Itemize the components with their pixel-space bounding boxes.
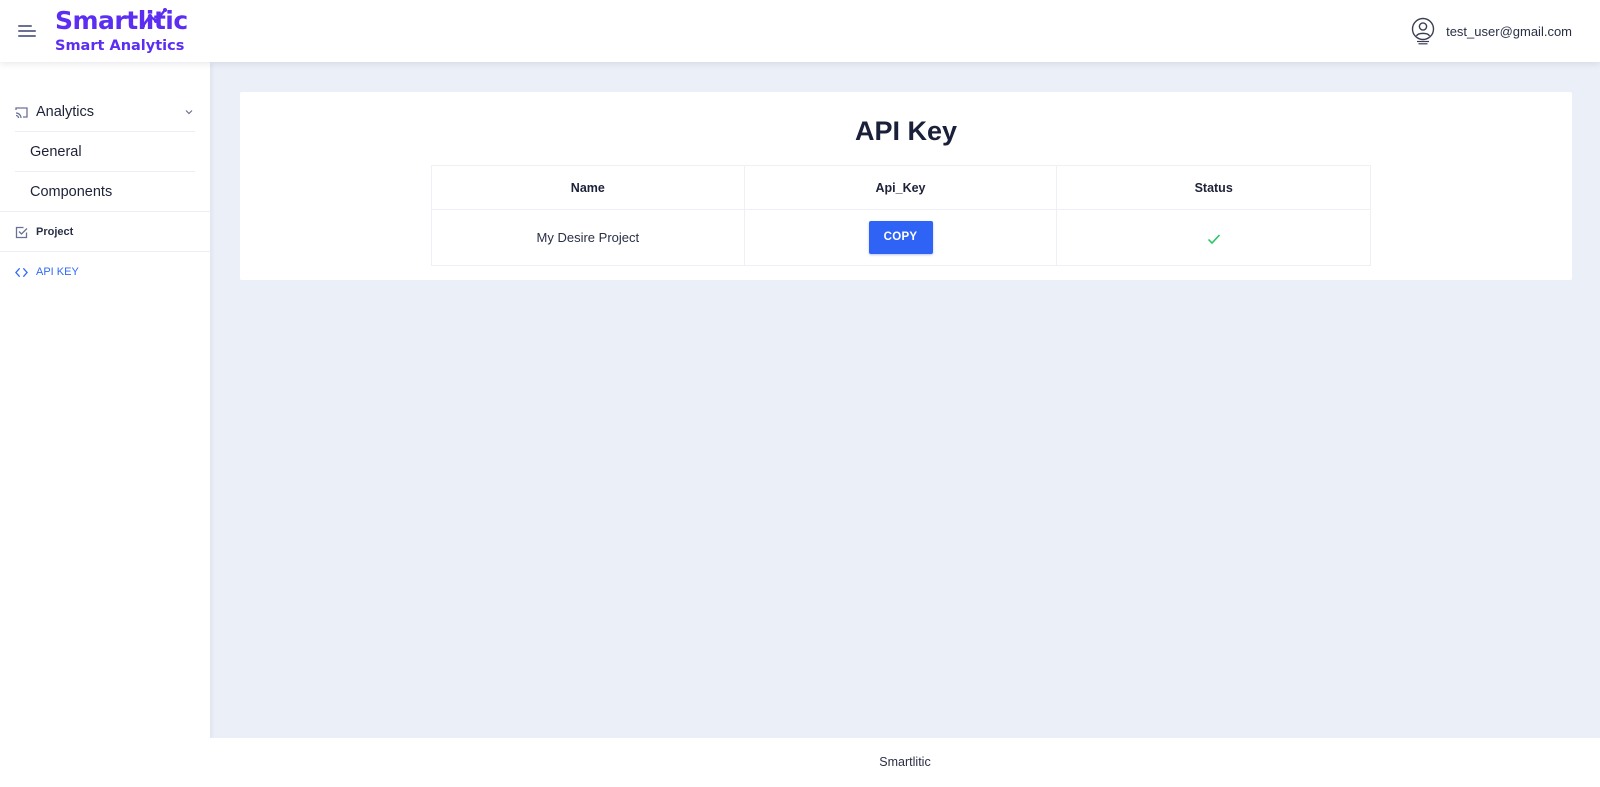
sidebar-item-label: Analytics	[36, 104, 95, 120]
user-circle-icon	[1411, 17, 1435, 45]
table-row: My Desire Project COPY	[431, 209, 1371, 266]
sidebar-item-project[interactable]: Project	[0, 212, 210, 252]
checkbox-icon	[15, 226, 28, 238]
brand-tagline: Smart Analytics	[55, 38, 185, 54]
api-key-card: API Key Name Api_Key Status My Desire Pr…	[240, 92, 1572, 280]
column-header-name: Name	[431, 165, 745, 210]
project-name-cell: My Desire Project	[431, 209, 745, 266]
sidebar: Analytics General Components Project API…	[0, 62, 210, 787]
sidebar-item-general[interactable]: General	[30, 144, 82, 160]
footer-text: Smartlitic	[879, 755, 931, 769]
divider	[15, 171, 195, 172]
sidebar-item-analytics[interactable]: Analytics	[0, 92, 210, 132]
check-icon	[1207, 234, 1220, 244]
sidebar-item-api-key[interactable]: API KEY	[0, 252, 210, 292]
chevron-down-icon[interactable]	[185, 108, 193, 116]
sidebar-item-label: Project	[36, 226, 74, 238]
code-icon	[15, 267, 28, 277]
column-header-status: Status	[1056, 165, 1371, 210]
status-cell	[1056, 209, 1371, 266]
api-key-cell: COPY	[743, 209, 1058, 266]
user-menu[interactable]: test_user@gmail.com	[1410, 17, 1572, 45]
sidebar-item-components[interactable]: Components	[30, 184, 112, 200]
brand-logo[interactable]: Smartlitic Smart Analytics	[55, 6, 188, 58]
hamburger-icon[interactable]	[18, 22, 38, 40]
copy-api-key-button[interactable]: COPY	[868, 221, 933, 254]
table-header-row: Name Api_Key Status	[431, 165, 1371, 210]
footer: Smartlitic	[210, 738, 1600, 787]
logo-chart-icon	[141, 8, 167, 28]
column-header-api-key: Api_Key	[743, 165, 1058, 210]
top-navbar: Smartlitic Smart Analytics test_user@gma…	[0, 0, 1600, 62]
api-key-table: Name Api_Key Status My Desire Project CO…	[431, 165, 1371, 266]
divider	[15, 131, 195, 132]
sidebar-item-label: API KEY	[36, 266, 79, 278]
user-email: test_user@gmail.com	[1446, 23, 1572, 39]
cast-icon	[15, 106, 28, 118]
page-title: API Key	[854, 116, 958, 146]
